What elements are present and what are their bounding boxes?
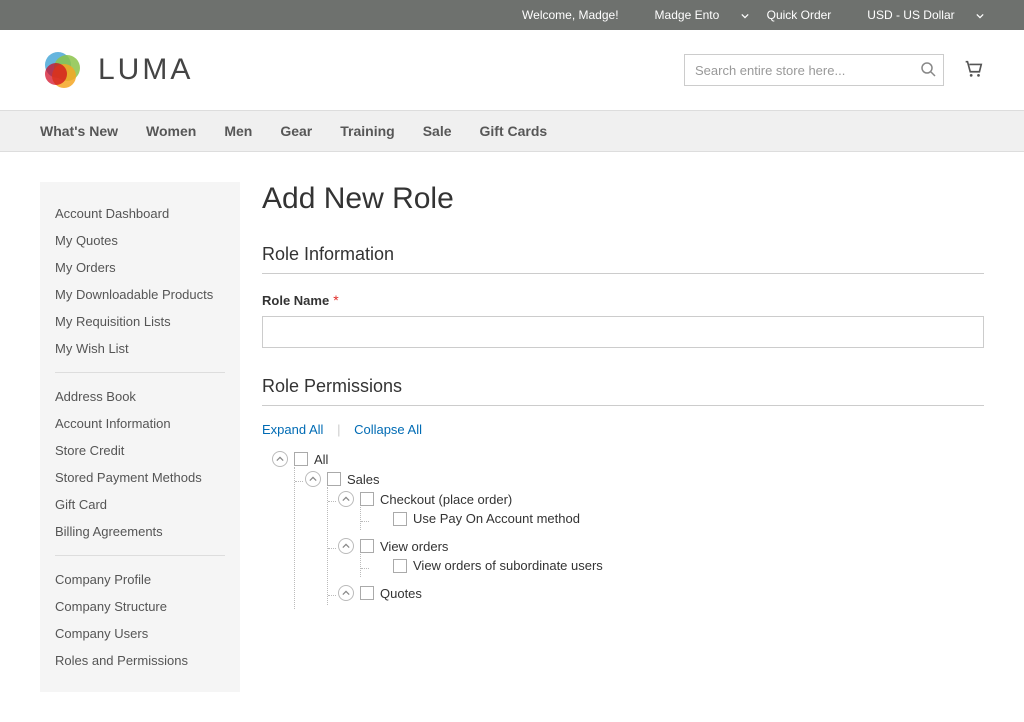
tree-toggle[interactable] — [272, 451, 288, 467]
sidebar-item[interactable]: Company Profile — [55, 566, 225, 593]
section-role-info: Role Information — [262, 244, 984, 274]
sidebar-separator — [55, 555, 225, 556]
checkbox-sales[interactable] — [327, 472, 341, 486]
cart-icon[interactable] — [962, 58, 984, 83]
tree-label-sales: Sales — [347, 472, 380, 487]
logo-text: LUMA — [98, 53, 193, 87]
sidebar-item[interactable]: Account Information — [55, 410, 225, 437]
page-header: LUMA — [0, 30, 1024, 110]
nav-list: What's NewWomenMenGearTraining SaleGift C… — [40, 111, 984, 151]
checkbox-view-subordinate[interactable] — [393, 559, 407, 573]
main-nav: What's NewWomenMenGearTraining SaleGift C… — [0, 110, 1024, 152]
tree-label-quotes: Quotes — [380, 586, 422, 601]
required-asterisk: * — [333, 292, 338, 308]
welcome-message: Welcome, Madge! — [522, 8, 619, 22]
role-name-label: Role Name* — [262, 292, 339, 308]
chevron-down-icon — [741, 8, 749, 22]
collapse-all-link[interactable]: Collapse All — [354, 422, 422, 437]
sidebar-item[interactable]: Address Book — [55, 383, 225, 410]
nav-item[interactable]: Women — [146, 111, 214, 151]
account-sidebar: Account DashboardMy QuotesMy OrdersMy Do… — [40, 182, 240, 692]
currency-menu[interactable]: USD - US Dollar — [849, 8, 984, 22]
logo[interactable]: LUMA — [40, 48, 193, 92]
nav-item[interactable]: Men — [224, 111, 270, 151]
sidebar-item[interactable]: My Quotes — [55, 227, 225, 254]
tree-toggle[interactable] — [338, 538, 354, 554]
sidebar-item[interactable]: Store Credit — [55, 437, 225, 464]
sidebar-item[interactable]: My Wish List — [55, 335, 225, 362]
sidebar-item[interactable]: Stored Payment Methods — [55, 464, 225, 491]
sidebar-item[interactable]: Account Dashboard — [55, 200, 225, 227]
tree-label-pay-on-account: Use Pay On Account method — [413, 511, 580, 526]
nav-item[interactable]: Training — [340, 111, 412, 151]
search-icon[interactable] — [920, 61, 936, 80]
tree-label-view-orders: View orders — [380, 539, 448, 554]
sidebar-item[interactable]: Billing Agreements — [55, 518, 225, 545]
role-name-input[interactable] — [262, 316, 984, 348]
tree-toggle[interactable] — [338, 585, 354, 601]
permissions-tree: All Sales — [262, 447, 984, 613]
sidebar-item[interactable]: My Requisition Lists — [55, 308, 225, 335]
tree-label-checkout: Checkout (place order) — [380, 492, 512, 507]
sidebar-item[interactable]: Roles and Permissions — [55, 647, 225, 674]
checkbox-all[interactable] — [294, 452, 308, 466]
nav-item[interactable]: Sale — [423, 111, 470, 151]
tree-toggle[interactable] — [305, 471, 321, 487]
checkbox-checkout[interactable] — [360, 492, 374, 506]
section-role-permissions: Role Permissions — [262, 376, 984, 406]
main-content: Add New Role Role Information Role Name*… — [262, 182, 984, 692]
tree-label-view-subordinate: View orders of subordinate users — [413, 558, 603, 573]
search-box — [684, 54, 944, 86]
tree-toggle[interactable] — [338, 491, 354, 507]
chevron-down-icon — [976, 8, 984, 22]
sidebar-item[interactable]: My Downloadable Products — [55, 281, 225, 308]
tree-label-all: All — [314, 452, 328, 467]
nav-item[interactable]: Gift Cards — [480, 111, 566, 151]
sidebar-item[interactable]: My Orders — [55, 254, 225, 281]
expand-all-link[interactable]: Expand All — [262, 422, 323, 437]
luma-logo-icon — [40, 48, 84, 92]
page-title: Add New Role — [262, 182, 984, 216]
nav-item[interactable]: What's New — [40, 111, 136, 151]
quick-order-link[interactable]: Quick Order — [767, 8, 832, 22]
checkbox-quotes[interactable] — [360, 586, 374, 600]
divider: | — [337, 422, 340, 437]
top-bar: Welcome, Madge! Madge Ento Quick Order U… — [0, 0, 1024, 30]
search-input[interactable] — [684, 54, 944, 86]
sidebar-separator — [55, 372, 225, 373]
checkbox-pay-on-account[interactable] — [393, 512, 407, 526]
nav-item[interactable]: Gear — [280, 111, 330, 151]
sidebar-item[interactable]: Company Users — [55, 620, 225, 647]
checkbox-view-orders[interactable] — [360, 539, 374, 553]
sidebar-item[interactable]: Gift Card — [55, 491, 225, 518]
sidebar-list: Account DashboardMy QuotesMy OrdersMy Do… — [55, 200, 225, 674]
account-menu[interactable]: Madge Ento — [637, 8, 749, 22]
